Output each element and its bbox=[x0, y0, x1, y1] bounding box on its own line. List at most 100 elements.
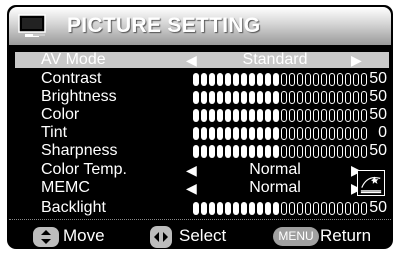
slider-segment bbox=[233, 145, 239, 158]
slider-segment bbox=[305, 145, 311, 158]
slider-segment bbox=[321, 73, 327, 86]
row-label: Tint bbox=[41, 124, 68, 141]
slider-value: 50 bbox=[369, 199, 387, 216]
slider-segment bbox=[321, 145, 327, 158]
slider-segment bbox=[217, 127, 223, 140]
slider-segment bbox=[193, 127, 199, 140]
menu-row-color-temp[interactable]: Color Temp. ◀ Normal ▶ bbox=[15, 161, 389, 179]
slider-segment bbox=[273, 73, 279, 86]
slider-segment bbox=[265, 109, 271, 122]
slider-segment bbox=[193, 202, 199, 215]
slider-segment bbox=[273, 91, 279, 104]
hint-move: Move bbox=[63, 226, 105, 245]
slider-segment bbox=[241, 109, 247, 122]
slider-segment bbox=[321, 91, 327, 104]
row-label: Contrast bbox=[41, 70, 102, 87]
arrow-left-icon[interactable]: ◀ bbox=[186, 180, 197, 196]
slider-segment bbox=[337, 109, 343, 122]
color-slider[interactable] bbox=[193, 109, 371, 122]
slider-segment bbox=[321, 202, 327, 215]
slider-segment bbox=[209, 127, 215, 140]
slider-segment bbox=[217, 91, 223, 104]
slider-segment bbox=[329, 127, 335, 140]
slider-segment bbox=[257, 202, 263, 215]
slider-segment bbox=[321, 127, 327, 140]
arrow-right-icon[interactable]: ▶ bbox=[351, 52, 362, 68]
slider-segment bbox=[201, 73, 207, 86]
row-label: MEMC bbox=[41, 179, 90, 196]
menu-row-memc[interactable]: MEMC ◀ Normal ▶ bbox=[15, 179, 389, 197]
contrast-slider[interactable] bbox=[193, 73, 371, 86]
slider-segment bbox=[217, 202, 223, 215]
arrow-left-icon[interactable]: ◀ bbox=[186, 52, 197, 68]
slider-value: 50 bbox=[369, 142, 387, 159]
slider-segment bbox=[329, 145, 335, 158]
slider-segment bbox=[225, 109, 231, 122]
row-label: Backlight bbox=[41, 199, 106, 216]
slider-segment bbox=[353, 202, 359, 215]
slider-segment bbox=[337, 145, 343, 158]
slider-segment bbox=[193, 73, 199, 86]
slider-segment bbox=[353, 127, 359, 140]
slider-segment bbox=[273, 145, 279, 158]
menu-row-av-mode[interactable]: AV Mode ◀ Standard ▶ bbox=[15, 52, 389, 68]
slider-segment bbox=[289, 145, 295, 158]
slider-segment bbox=[249, 91, 255, 104]
slider-segment bbox=[297, 91, 303, 104]
slider-segment bbox=[241, 202, 247, 215]
select-left-right-icon bbox=[150, 226, 172, 248]
slider-segment bbox=[265, 73, 271, 86]
slider-segment bbox=[305, 91, 311, 104]
slider-segment bbox=[353, 145, 359, 158]
picture-setting-menu: PICTURE SETTING AV Mode ◀ Standard ▶ Con… bbox=[7, 5, 393, 249]
row-label: Color Temp. bbox=[41, 161, 127, 178]
slider-segment bbox=[353, 109, 359, 122]
backlight-slider[interactable] bbox=[193, 202, 371, 215]
menu-key-badge: MENU bbox=[273, 227, 319, 246]
slider-value: 50 bbox=[369, 106, 387, 123]
menu-row-brightness[interactable]: Brightness 50 bbox=[15, 89, 389, 105]
menu-row-color[interactable]: Color 50 bbox=[15, 107, 389, 123]
menu-row-backlight[interactable]: Backlight 50 bbox=[15, 200, 389, 216]
slider-segment bbox=[345, 109, 351, 122]
option-value: Normal bbox=[249, 161, 301, 178]
slider-segment bbox=[209, 145, 215, 158]
row-label: Sharpness bbox=[41, 142, 118, 159]
slider-segment bbox=[281, 73, 287, 86]
slider-segment bbox=[209, 91, 215, 104]
menu-header: PICTURE SETTING bbox=[9, 7, 391, 45]
brightness-slider[interactable] bbox=[193, 91, 371, 104]
slider-value: 50 bbox=[369, 88, 387, 105]
slider-segment bbox=[233, 91, 239, 104]
slider-segment bbox=[225, 145, 231, 158]
slider-segment bbox=[313, 127, 319, 140]
slider-segment bbox=[225, 73, 231, 86]
menu-row-tint[interactable]: Tint 0 bbox=[15, 125, 389, 141]
slider-segment bbox=[233, 202, 239, 215]
slider-segment bbox=[201, 127, 207, 140]
slider-segment bbox=[297, 127, 303, 140]
row-label: Color bbox=[41, 106, 80, 123]
slider-segment bbox=[329, 73, 335, 86]
slider-segment bbox=[281, 109, 287, 122]
slider-segment bbox=[289, 202, 295, 215]
slider-segment bbox=[241, 127, 247, 140]
slider-segment bbox=[233, 73, 239, 86]
slider-segment bbox=[201, 145, 207, 158]
menu-row-contrast[interactable]: Contrast 50 bbox=[15, 71, 389, 87]
slider-segment bbox=[305, 73, 311, 86]
slider-value: 0 bbox=[378, 124, 387, 141]
row-label: Brightness bbox=[41, 88, 117, 105]
menu-row-sharpness[interactable]: Sharpness 50 bbox=[15, 143, 389, 159]
slider-segment bbox=[273, 109, 279, 122]
tint-slider[interactable] bbox=[193, 127, 371, 140]
slider-segment bbox=[257, 109, 263, 122]
sharpness-slider[interactable] bbox=[193, 145, 371, 158]
slider-segment bbox=[353, 73, 359, 86]
slider-segment bbox=[297, 73, 303, 86]
arrow-left-icon[interactable]: ◀ bbox=[186, 162, 197, 178]
slider-segment bbox=[217, 73, 223, 86]
slider-segment bbox=[313, 145, 319, 158]
energy-star-icon bbox=[357, 170, 385, 196]
slider-segment bbox=[241, 145, 247, 158]
